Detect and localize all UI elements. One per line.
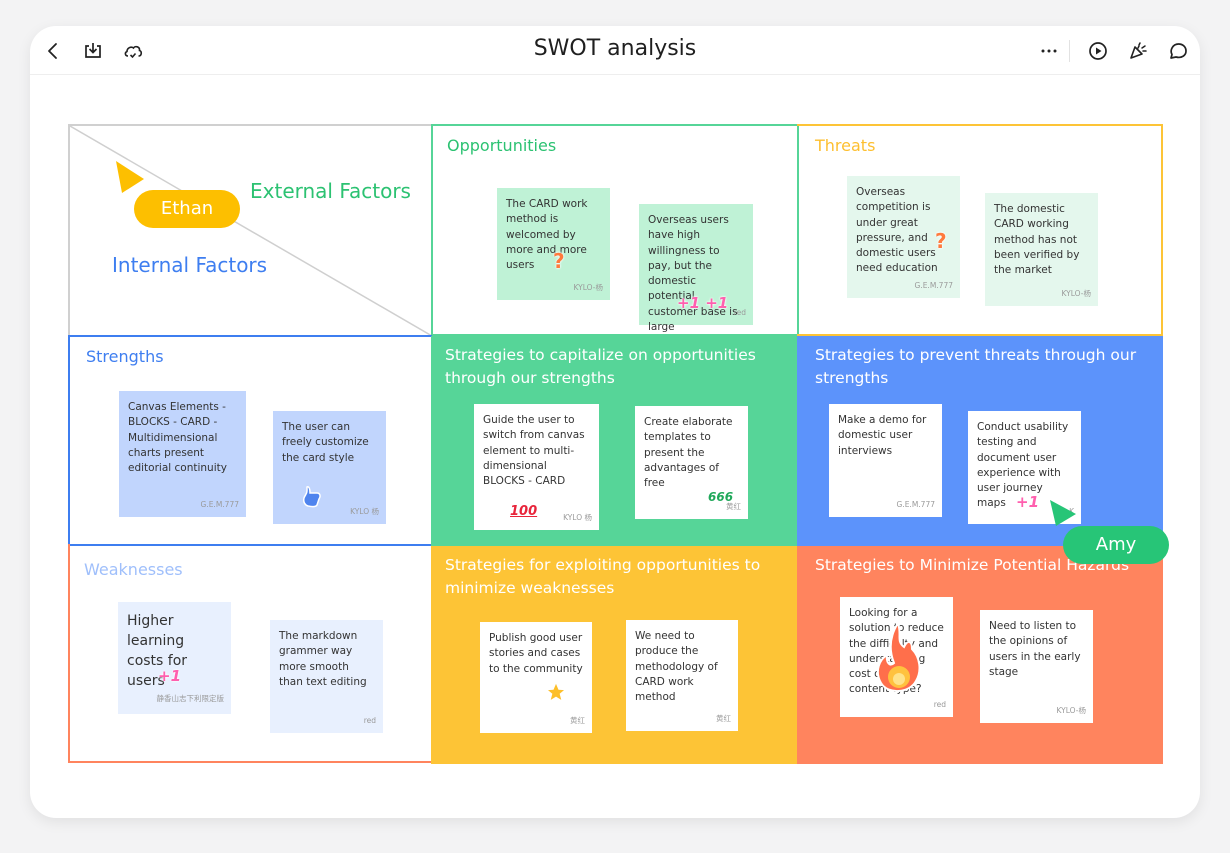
collaborator-cursor-amy: Amy bbox=[1063, 526, 1169, 564]
sticky-note[interactable]: Overseas competition is under great pres… bbox=[847, 176, 960, 298]
fire-sticker bbox=[876, 621, 921, 692]
plus-one-sticker: +1 bbox=[158, 667, 182, 685]
ethan-cursor-icon bbox=[116, 161, 144, 193]
question-sticker: ? bbox=[935, 229, 947, 253]
note-author: KYLO-杨 bbox=[573, 282, 603, 292]
wo-strategies-title: Strategies for exploiting opportunities … bbox=[445, 556, 761, 597]
note-text: Overseas competition is under great pres… bbox=[856, 186, 938, 275]
note-text: The domestic CARD working method has not… bbox=[994, 203, 1080, 277]
note-author: 黄红 bbox=[726, 501, 741, 511]
celebrate-icon[interactable] bbox=[1127, 40, 1149, 62]
document-title: SWOT analysis bbox=[533, 36, 697, 61]
sticky-note[interactable]: Overseas users have high willingness to … bbox=[639, 204, 753, 333]
weaknesses-title: Weaknesses bbox=[84, 560, 183, 579]
note-text: Canvas Elements - BLOCKS - CARD - Multid… bbox=[128, 401, 227, 475]
note-text: Need to listen to the opinions of users … bbox=[989, 620, 1081, 678]
note-text: Make a demo for domestic user interviews bbox=[838, 414, 927, 457]
strengths-cell: Strengths Canvas Elements - BLOCKS - CAR… bbox=[68, 335, 432, 546]
sticky-note[interactable]: Canvas Elements - BLOCKS - CARD - Multid… bbox=[119, 391, 246, 517]
sticky-note[interactable]: The CARD work method is welcomed by more… bbox=[497, 188, 610, 300]
wt-strategies-cell: Strategies to Minimize Potential Hazards… bbox=[797, 546, 1163, 764]
sticky-note[interactable]: The user can freely customize the card s… bbox=[273, 411, 386, 524]
note-author: G.E.M.777 bbox=[914, 280, 954, 290]
strengths-title: Strengths bbox=[86, 347, 164, 366]
sticky-note[interactable]: We need to produce the methodology of CA… bbox=[626, 620, 738, 731]
sticky-note[interactable]: Make a demo for domestic user interviews… bbox=[829, 404, 942, 517]
weaknesses-cell: Weaknesses Higher learning costs for use… bbox=[68, 544, 432, 763]
top-toolbar: SWOT analysis bbox=[30, 26, 1200, 75]
external-factors-label: External Factors bbox=[250, 179, 411, 203]
note-text: Create elaborate templates to present th… bbox=[644, 416, 733, 490]
collaborator-cursor-ethan: Ethan bbox=[134, 190, 240, 228]
note-author: 黄红 bbox=[570, 715, 585, 725]
toolbar-divider bbox=[1069, 40, 1070, 62]
note-text: The CARD work method is welcomed by more… bbox=[506, 198, 588, 272]
note-text: The user can freely customize the card s… bbox=[282, 421, 369, 464]
opportunities-cell: Opportunities The CARD work method is we… bbox=[431, 124, 799, 336]
threats-title: Threats bbox=[815, 136, 876, 155]
hundred-sticker: 100 bbox=[510, 504, 538, 519]
so-strategies-cell: Strategies to capitalize on opportunitie… bbox=[431, 336, 798, 546]
st-strategies-title: Strategies to prevent threats through ou… bbox=[815, 346, 1137, 387]
thumbs-up-sticker bbox=[303, 486, 321, 508]
diagonal-divider bbox=[70, 126, 432, 336]
star-sticker bbox=[544, 680, 568, 704]
st-strategies-cell: Strategies to prevent threats through ou… bbox=[797, 336, 1163, 546]
comment-icon[interactable] bbox=[1167, 40, 1189, 62]
factors-header-cell: External Factors Internal Factors bbox=[68, 124, 432, 336]
sticky-note[interactable]: Create elaborate templates to present th… bbox=[635, 406, 748, 519]
question-sticker: ? bbox=[553, 249, 565, 273]
note-author: G.E.M.777 bbox=[200, 499, 240, 509]
note-author: red bbox=[363, 715, 376, 725]
opportunities-title: Opportunities bbox=[447, 136, 557, 155]
amy-cursor-icon bbox=[1050, 500, 1076, 526]
note-author: red bbox=[733, 307, 746, 317]
more-icon[interactable] bbox=[1038, 40, 1060, 62]
sticky-note[interactable]: The markdown grammer way more smooth tha… bbox=[270, 620, 383, 733]
sticky-note[interactable]: Need to listen to the opinions of users … bbox=[980, 610, 1093, 723]
so-strategies-title: Strategies to capitalize on opportunitie… bbox=[445, 346, 756, 387]
sticky-note[interactable]: Publish good user stories and cases to t… bbox=[480, 622, 592, 733]
note-author: KYLO 杨 bbox=[563, 512, 592, 522]
internal-factors-label: Internal Factors bbox=[112, 253, 268, 277]
plus-one-sticker: +1 bbox=[1016, 493, 1040, 511]
sticky-note[interactable]: Guide the user to switch from canvas ele… bbox=[474, 404, 599, 530]
note-text: Overseas users have high willingness to … bbox=[648, 214, 738, 334]
note-author: 静香山志下利限定版 bbox=[156, 694, 225, 703]
note-author: 黄红 bbox=[716, 713, 731, 723]
plus-one-sticker: +1 +1 bbox=[677, 294, 729, 312]
note-author: KYLO 杨 bbox=[350, 506, 379, 516]
sticky-note[interactable]: The domestic CARD working method has not… bbox=[985, 193, 1098, 306]
whiteboard-window: SWOT analysis External Factors Internal … bbox=[30, 26, 1200, 818]
note-text: We need to produce the methodology of CA… bbox=[635, 630, 718, 704]
sticky-note[interactable]: Higher learning costs for users +1 静香山志下… bbox=[118, 602, 231, 714]
wo-strategies-cell: Strategies for exploiting opportunities … bbox=[431, 546, 798, 764]
note-author: KYLO-杨 bbox=[1061, 288, 1091, 298]
note-author: red bbox=[933, 699, 946, 709]
note-text: Publish good user stories and cases to t… bbox=[489, 632, 583, 675]
note-author: KYLO-杨 bbox=[1056, 705, 1086, 715]
note-author: G.E.M.777 bbox=[896, 499, 936, 509]
threats-cell: Threats Overseas competition is under gr… bbox=[797, 124, 1163, 336]
note-text: Guide the user to switch from canvas ele… bbox=[483, 414, 585, 488]
sticky-note[interactable]: Looking for a solution to reduce the dif… bbox=[840, 597, 953, 717]
present-icon[interactable] bbox=[1087, 40, 1109, 62]
note-text: The markdown grammer way more smooth tha… bbox=[279, 630, 367, 688]
